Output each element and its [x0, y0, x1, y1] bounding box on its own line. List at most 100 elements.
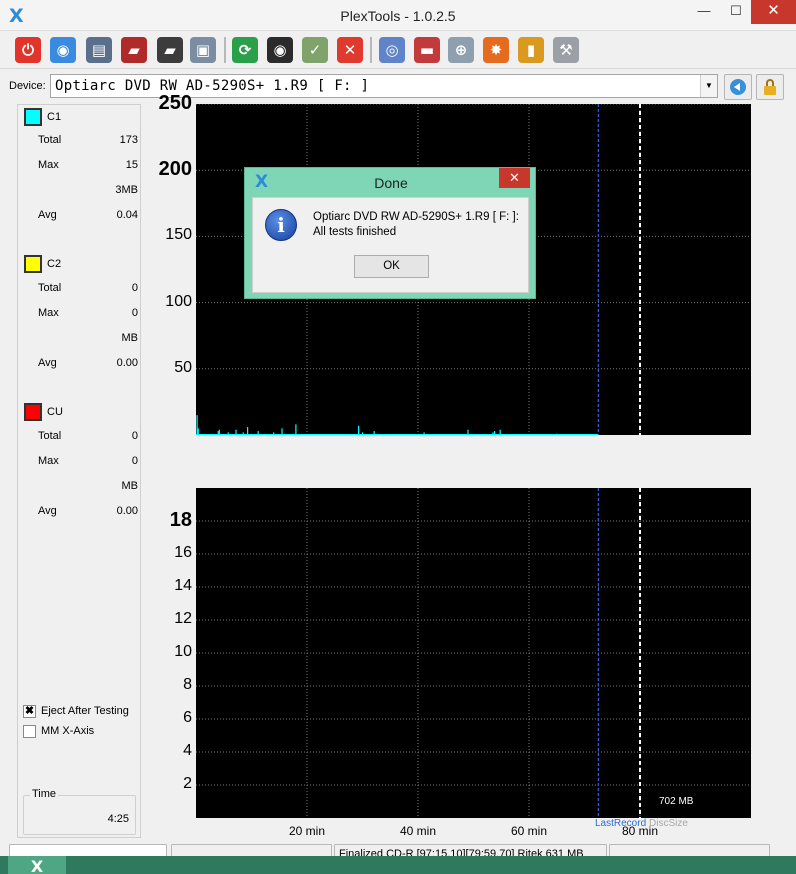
- dialog-title: Done: [374, 175, 408, 191]
- cu-unit: MB: [121, 480, 139, 492]
- mm-x-axis-label: MM X-Axis: [41, 725, 95, 737]
- y-tick-label: 6: [183, 709, 192, 726]
- y-tick-label: 100: [165, 292, 192, 310]
- y-tick-label: 8: [183, 676, 192, 693]
- c2-avg-label: Avg: [38, 357, 57, 369]
- scan-disc-icon[interactable]: ◉: [267, 37, 293, 63]
- y-tick-label: 14: [174, 577, 192, 594]
- mm-x-axis-checkbox[interactable]: [23, 724, 36, 738]
- y-tick-label: 16: [174, 544, 192, 561]
- dialog-message-status: All tests finished: [313, 226, 397, 238]
- toolbar-separator: [224, 37, 226, 63]
- toolbar-separator: [370, 37, 372, 63]
- window-title: PlexTools - 1.0.2.5: [340, 8, 456, 24]
- network-icon[interactable]: ⊕: [448, 37, 474, 63]
- cu-max-value: 0: [131, 455, 138, 467]
- cu-unit-row: MB: [18, 480, 142, 494]
- y-tick-label: 12: [174, 610, 192, 627]
- y-tick-label: 18: [169, 509, 192, 531]
- cu-total-label: Total: [38, 430, 62, 442]
- time-group: Time 4:25: [23, 788, 136, 835]
- mm-x-axis-option[interactable]: MM X-Axis: [23, 723, 94, 739]
- cd-icon[interactable]: ◎: [379, 37, 405, 63]
- c1-color-swatch[interactable]: [24, 108, 42, 126]
- settings-disk-icon[interactable]: ▰: [157, 37, 183, 63]
- disc-info-icon[interactable]: ▰: [121, 37, 147, 63]
- c1-label: C1: [47, 111, 62, 123]
- burn-icon[interactable]: ✸: [483, 37, 509, 63]
- dialog-message-device: Optiarc DVD RW AD-5290S+ 1.R9 [ F: ]:: [313, 211, 519, 223]
- device-row: Device: Optiarc DVD RW AD-5290S+ 1.R9 [ …: [0, 70, 796, 102]
- y-tick-label: 4: [183, 742, 192, 759]
- maximize-button[interactable]: ☐: [722, 0, 750, 24]
- hdd-icon[interactable]: ▬: [414, 37, 440, 63]
- stop-icon[interactable]: ✕: [337, 37, 363, 63]
- cu-label: CU: [47, 406, 63, 418]
- eject-after-testing-checkbox[interactable]: ✖: [23, 704, 36, 718]
- ok-button[interactable]: OK: [354, 255, 429, 278]
- lock-icon: [764, 79, 776, 95]
- x-tick-label: 60 min: [510, 824, 548, 838]
- c2-chart-svg: [196, 488, 751, 818]
- taskbar-plextools-item[interactable]: X: [8, 856, 66, 874]
- minimize-button[interactable]: —: [690, 0, 718, 24]
- y-tick-label: 250: [158, 92, 192, 114]
- c2-label: C2: [47, 258, 62, 270]
- c1-avg-value: 0.04: [116, 209, 138, 221]
- stats-panel: C1 Total 173 Max 15 3MB Avg 0.04 C2 Total 0 …: [17, 104, 141, 838]
- c1-total-value: 173: [119, 134, 138, 146]
- size-label: 702 MB: [659, 796, 694, 807]
- c2-max-label: Max: [38, 307, 59, 319]
- lock-button[interactable]: [756, 74, 784, 100]
- cu-max-row: Max 0: [18, 455, 142, 469]
- cu-max-label: Max: [38, 455, 59, 467]
- cu-color-swatch[interactable]: [24, 403, 42, 421]
- drive-info-icon[interactable]: ◉: [50, 37, 76, 63]
- c1-unit: 3MB: [115, 184, 138, 196]
- title-bar: X PlexTools - 1.0.2.5 — ☐ ✕: [0, 0, 796, 31]
- c1-max-row: Max 15: [18, 159, 142, 173]
- chart-icon[interactable]: ▮: [518, 37, 544, 63]
- c2-max-row: Max 0: [18, 307, 142, 321]
- c1-total-row: Total 173: [18, 134, 142, 148]
- eject-after-testing-label: Eject After Testing: [41, 705, 129, 717]
- c2-chart: 702 MB: [196, 488, 751, 818]
- last-record-label: LastRecord: [595, 818, 647, 829]
- copy-icon[interactable]: ▣: [190, 37, 216, 63]
- eject-after-testing-option[interactable]: ✖ Eject After Testing: [23, 703, 129, 719]
- c2-unit-row: MB: [18, 332, 142, 346]
- c2-avg-row: Avg 0.00: [18, 357, 142, 371]
- time-label: Time: [30, 788, 59, 800]
- dialog-body: i Optiarc DVD RW AD-5290S+ 1.R9 [ F: ]: …: [252, 197, 529, 293]
- disc-drive-icon[interactable]: ▤: [86, 37, 112, 63]
- time-value: 4:25: [107, 813, 129, 825]
- toolbar: ⏻ ◉ ▤ ▰ ▰ ▣ ⟳ ◉ ✓ ✕ ◎ ▬ ⊕ ✸ ▮ ⚒: [0, 31, 796, 69]
- y-tick-label: 2: [183, 775, 192, 792]
- tool-icon[interactable]: ⚒: [553, 37, 579, 63]
- chevron-down-icon[interactable]: ▼: [700, 75, 717, 97]
- c1-max-label: Max: [38, 159, 59, 171]
- cu-total-row: Total 0: [18, 430, 142, 444]
- eject-icon: [730, 79, 746, 95]
- device-value: Optiarc DVD RW AD-5290S+ 1.R9 [ F: ]: [55, 78, 370, 94]
- y-tick-label: 150: [165, 226, 192, 244]
- test-write-icon[interactable]: ✓: [302, 37, 328, 63]
- c2-color-swatch[interactable]: [24, 255, 42, 273]
- device-label: Device:: [9, 80, 46, 92]
- y-tick-label: 10: [174, 643, 192, 660]
- c1-avg-label: Avg: [38, 209, 57, 221]
- disc-size-label: DiscSize: [649, 818, 688, 829]
- power-icon[interactable]: ⏻: [15, 37, 41, 63]
- refresh-icon[interactable]: ⟳: [232, 37, 258, 63]
- info-icon: i: [265, 209, 297, 241]
- c1-avg-row: Avg 0.04: [18, 209, 142, 223]
- close-button[interactable]: ✕: [751, 0, 796, 24]
- taskbar: X: [0, 856, 796, 874]
- y-tick-label: 50: [174, 358, 192, 376]
- x-tick-label: 20 min: [288, 824, 326, 838]
- dialog-close-button[interactable]: ✕: [499, 168, 530, 188]
- done-dialog: X Done ✕ i Optiarc DVD RW AD-5290S+ 1.R9…: [244, 167, 536, 299]
- cu-total-value: 0: [131, 430, 138, 442]
- eject-button[interactable]: [724, 74, 752, 100]
- x-tick-label: 40 min: [399, 824, 437, 838]
